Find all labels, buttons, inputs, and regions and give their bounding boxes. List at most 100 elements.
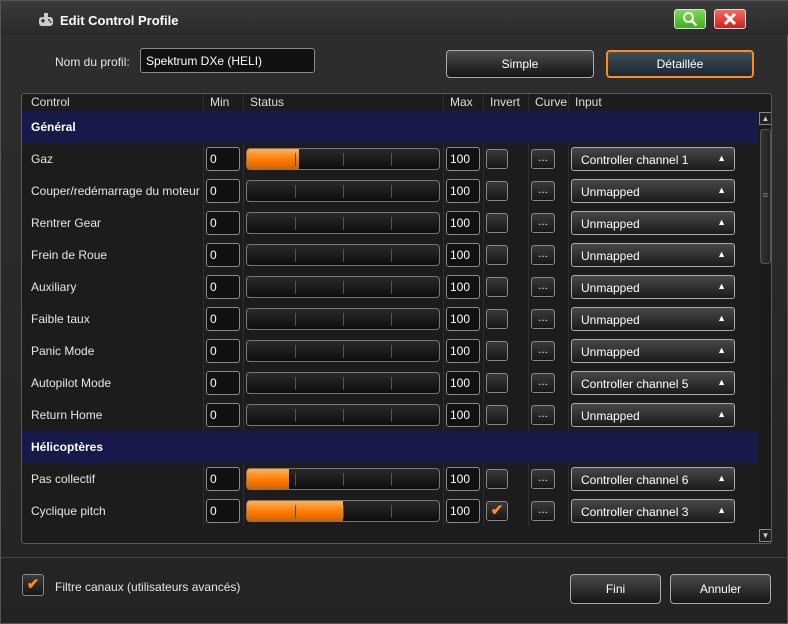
invert-checkbox[interactable]	[486, 245, 508, 265]
search-icon	[683, 12, 698, 27]
max-input[interactable]: 100	[446, 499, 480, 523]
curve-button[interactable]: ...	[531, 149, 555, 169]
max-input[interactable]: 100	[446, 275, 480, 299]
input-select[interactable]: Unmapped ▲	[571, 211, 735, 235]
search-button[interactable]	[674, 9, 706, 29]
table-row: Frein de Roue 0 100... Unmapped ▲	[22, 239, 758, 271]
invert-checkbox[interactable]: ✔	[486, 501, 508, 521]
section-header: Hélicoptères	[22, 431, 758, 463]
status-bar	[246, 404, 440, 426]
input-select-value: Controller channel 1	[581, 153, 689, 167]
close-button[interactable]	[714, 9, 746, 29]
input-select[interactable]: Unmapped ▲	[571, 307, 735, 331]
curve-button[interactable]: ...	[531, 309, 555, 329]
invert-checkbox[interactable]	[486, 469, 508, 489]
max-input[interactable]: 100	[446, 403, 480, 427]
scroll-up-button[interactable]: ▲	[759, 112, 771, 125]
max-input[interactable]: 100	[446, 243, 480, 267]
curve-button[interactable]: ...	[531, 469, 555, 489]
min-input[interactable]: 0	[206, 339, 240, 363]
curve-button[interactable]: ...	[531, 501, 555, 521]
input-select[interactable]: Unmapped ▲	[571, 179, 735, 203]
simple-mode-button[interactable]: Simple	[446, 50, 594, 78]
vertical-scrollbar[interactable]: ▲ ≡ ▼	[759, 111, 771, 543]
column-header-min: Min	[210, 95, 230, 109]
curve-button[interactable]: ...	[531, 245, 555, 265]
status-bar	[246, 308, 440, 330]
status-bar-tick	[391, 249, 392, 262]
input-select[interactable]: Unmapped ▲	[571, 339, 735, 363]
input-select[interactable]: Unmapped ▲	[571, 275, 735, 299]
curve-button[interactable]: ...	[531, 405, 555, 425]
scroll-thumb[interactable]: ≡	[760, 129, 771, 264]
input-select-value: Unmapped	[581, 345, 640, 359]
invert-checkbox[interactable]	[486, 309, 508, 329]
title-bar[interactable]: Edit Control Profile	[1, 1, 788, 35]
max-input[interactable]: 100	[446, 467, 480, 491]
min-input[interactable]: 0	[206, 147, 240, 171]
max-input[interactable]: 100	[446, 211, 480, 235]
table-row: Faible taux 0 100... Unmapped ▲	[22, 303, 758, 335]
input-select[interactable]: Controller channel 1 ▲	[571, 147, 735, 171]
profile-name-input[interactable]	[140, 48, 315, 73]
invert-checkbox[interactable]	[486, 341, 508, 361]
input-select-value: Controller channel 6	[581, 473, 689, 487]
curve-button[interactable]: ...	[531, 213, 555, 233]
max-input[interactable]: 100	[446, 371, 480, 395]
scroll-down-button[interactable]: ▼	[759, 529, 771, 542]
filter-channels-checkbox[interactable]: ✔	[22, 574, 44, 596]
curve-button[interactable]: ...	[531, 341, 555, 361]
input-select-value: Unmapped	[581, 409, 640, 423]
table-row: Couper/redémarrage du moteur 0 100... Unmap…	[22, 175, 758, 207]
table-row: Cyclique pitch 0 100 ✔... Controller channel…	[22, 495, 758, 527]
input-select[interactable]: Controller channel 5 ▲	[571, 371, 735, 395]
cancel-button[interactable]: Annuler	[670, 574, 771, 604]
min-input[interactable]: 0	[206, 371, 240, 395]
invert-checkbox[interactable]	[486, 181, 508, 201]
min-input[interactable]: 0	[206, 499, 240, 523]
control-label: Gaz	[31, 152, 54, 166]
curve-button[interactable]: ...	[531, 373, 555, 393]
min-input[interactable]: 0	[206, 275, 240, 299]
status-bar-tick	[391, 185, 392, 198]
section-title: Général	[31, 120, 76, 134]
done-button[interactable]: Fini	[570, 574, 661, 604]
chevron-up-icon: ▲	[717, 281, 726, 291]
invert-checkbox[interactable]	[486, 149, 508, 169]
control-label: Frein de Roue	[31, 248, 108, 262]
status-bar-tick	[295, 409, 296, 422]
control-label: Panic Mode	[31, 344, 95, 358]
input-select[interactable]: Unmapped ▲	[571, 243, 735, 267]
invert-checkbox[interactable]	[486, 373, 508, 393]
chevron-up-icon: ▲	[717, 505, 726, 515]
gamepad-icon	[39, 13, 53, 26]
min-input[interactable]: 0	[206, 307, 240, 331]
input-select[interactable]: Unmapped ▲	[571, 403, 735, 427]
curve-button[interactable]: ...	[531, 277, 555, 297]
detailed-mode-button[interactable]: Détaillée	[606, 50, 754, 78]
max-input[interactable]: 100	[446, 307, 480, 331]
invert-checkbox[interactable]	[486, 405, 508, 425]
control-label: Couper/redémarrage du moteur	[31, 184, 200, 198]
status-bar-tick	[295, 281, 296, 294]
max-input[interactable]: 100	[446, 179, 480, 203]
status-bar-tick	[295, 345, 296, 358]
min-input[interactable]: 0	[206, 467, 240, 491]
input-select[interactable]: Controller channel 3 ▲	[571, 499, 735, 523]
max-input[interactable]: 100	[446, 147, 480, 171]
min-input[interactable]: 0	[206, 243, 240, 267]
invert-checkbox[interactable]	[486, 277, 508, 297]
section-header: Général	[22, 111, 758, 143]
control-label: Cyclique pitch	[31, 504, 106, 518]
min-input[interactable]: 0	[206, 179, 240, 203]
status-bar-fill	[247, 149, 299, 169]
max-input[interactable]: 100	[446, 339, 480, 363]
input-select[interactable]: Controller channel 6 ▲	[571, 467, 735, 491]
min-input[interactable]: 0	[206, 403, 240, 427]
input-select-value: Unmapped	[581, 281, 640, 295]
column-header-input: Input	[575, 95, 602, 109]
chevron-up-icon: ▲	[717, 345, 726, 355]
min-input[interactable]: 0	[206, 211, 240, 235]
curve-button[interactable]: ...	[531, 181, 555, 201]
invert-checkbox[interactable]	[486, 213, 508, 233]
